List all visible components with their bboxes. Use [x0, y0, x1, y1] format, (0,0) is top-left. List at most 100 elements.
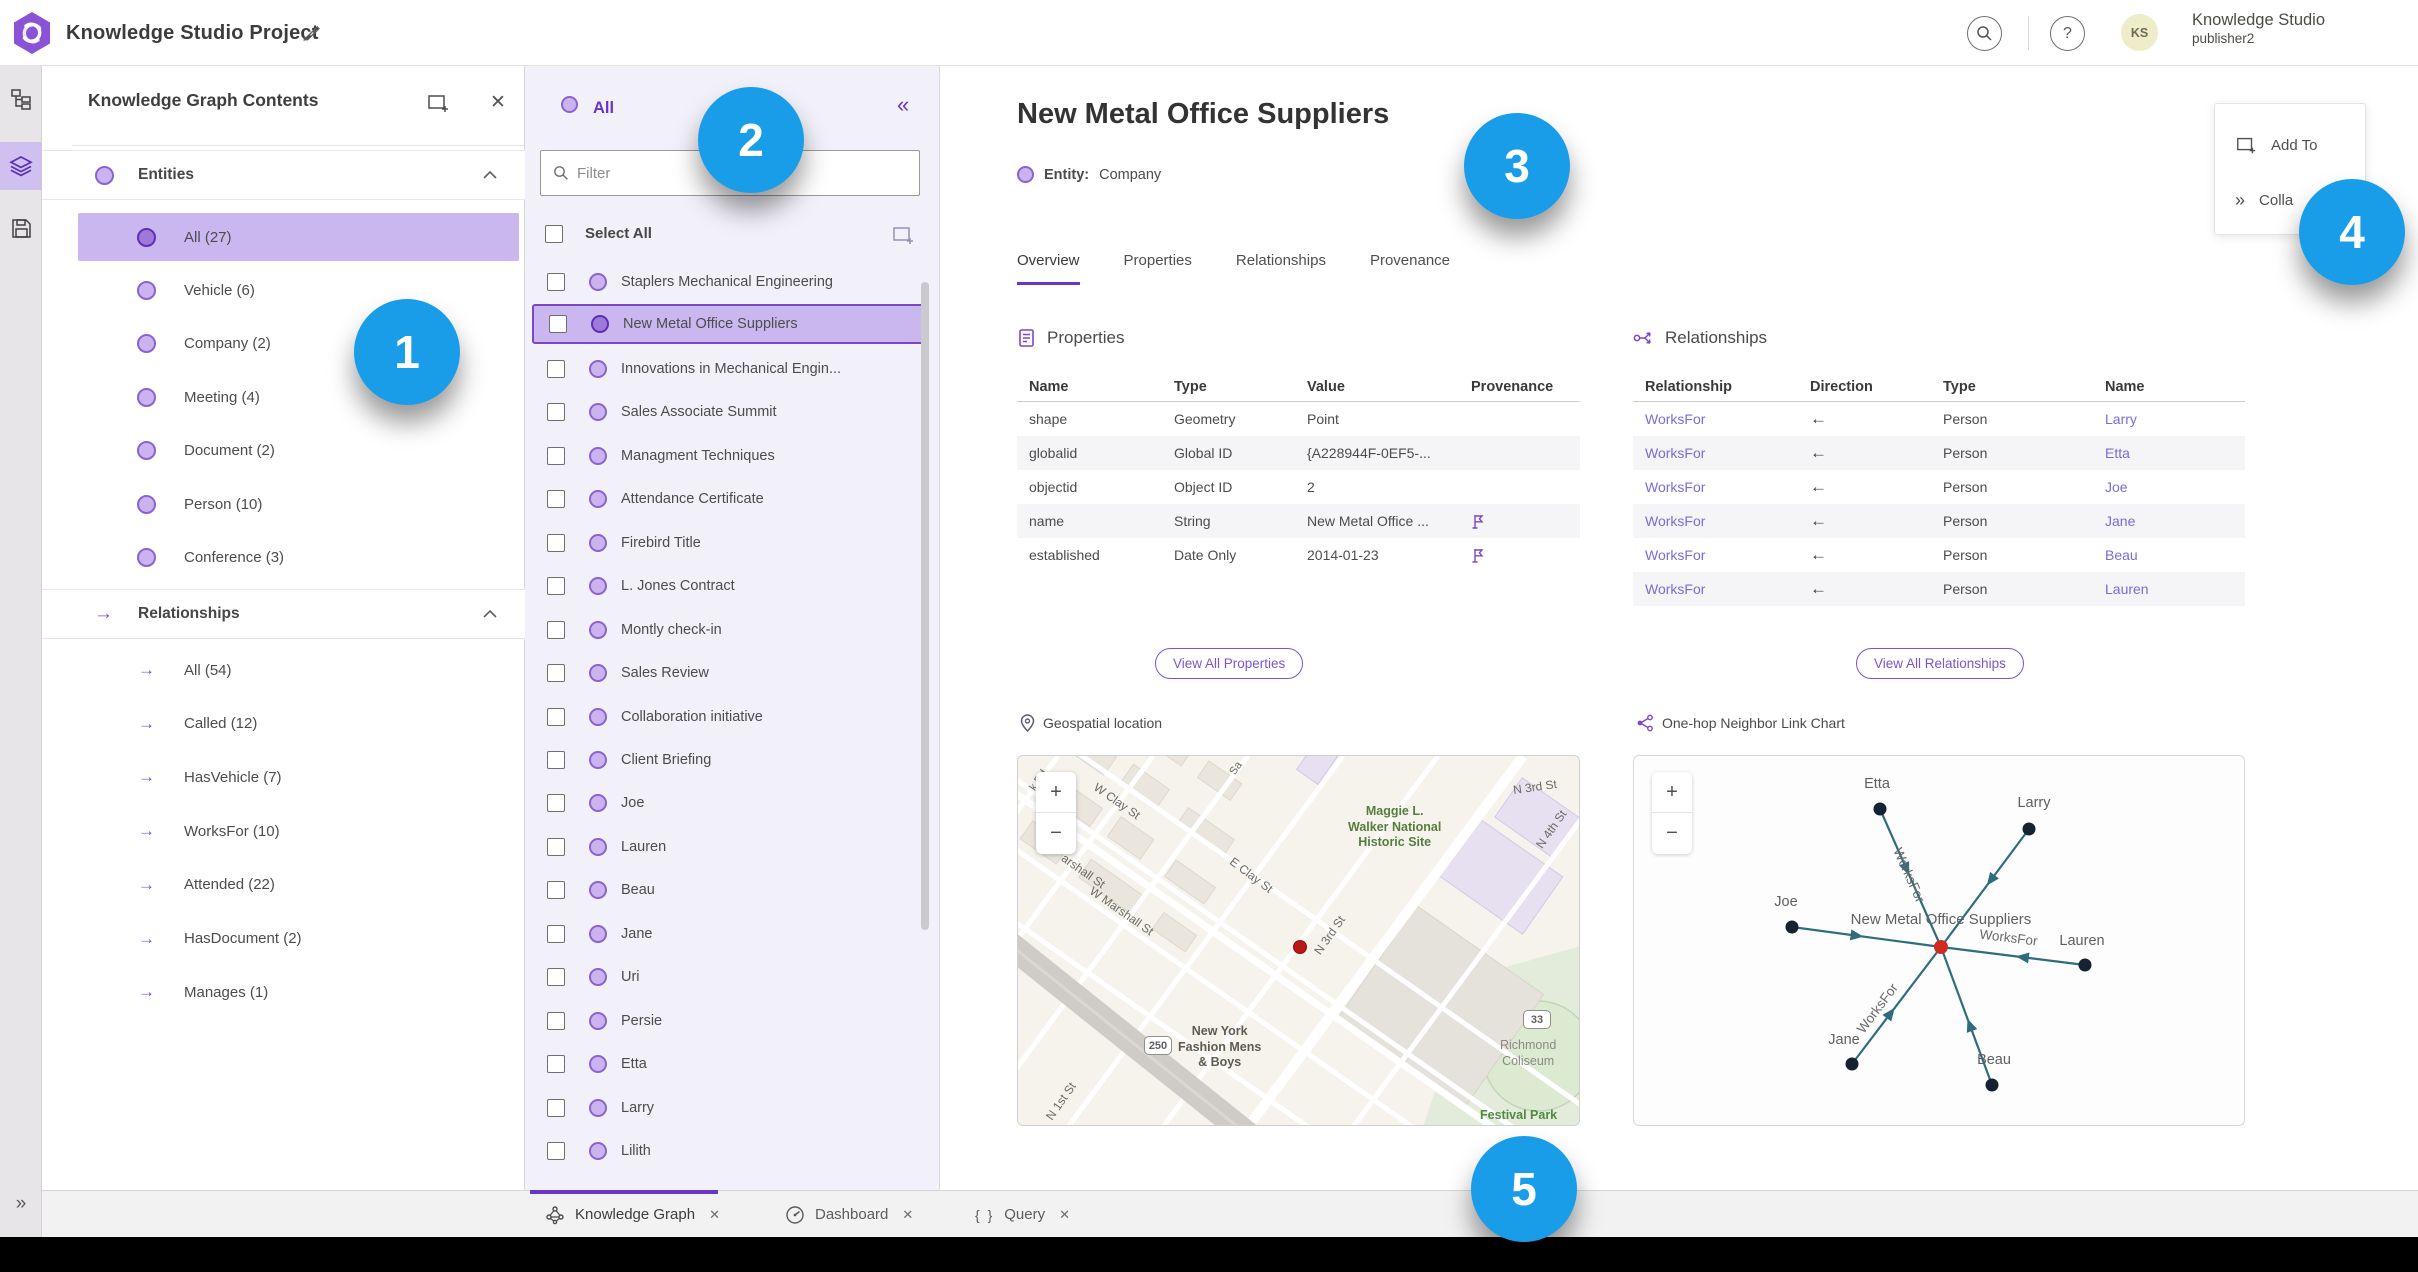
view-all-properties-button[interactable]: View All Properties [1155, 648, 1304, 679]
entity-type-row[interactable]: All (27) [78, 213, 519, 261]
item-checkbox[interactable] [547, 750, 565, 769]
list-item[interactable]: Beau [532, 870, 925, 910]
item-checkbox[interactable] [547, 924, 565, 943]
tab-properties[interactable]: Properties [1124, 252, 1192, 285]
collapse-panel-icon[interactable]: « [897, 92, 909, 118]
relationship-type-row[interactable]: → Called (12) [78, 700, 519, 748]
person-node[interactable] [1873, 802, 1887, 816]
item-checkbox[interactable] [547, 446, 565, 465]
list-item[interactable]: New Metal Office Suppliers [532, 304, 925, 345]
one-hop-link-chart[interactable]: Etta Larry Joe Lauren Jane Beau WorksFor WorksF… [1633, 755, 2245, 1126]
view-all-relationships-button[interactable]: View All Relationships [1856, 648, 2024, 679]
table-row[interactable]: WorksFor ← Person Larry [1633, 402, 2245, 436]
table-row[interactable]: WorksFor ← Person Etta [1633, 436, 2245, 470]
bottom-tab-query[interactable]: { } Query ✕ [975, 1191, 1070, 1238]
scrollbar[interactable] [921, 282, 929, 930]
item-checkbox[interactable] [547, 664, 565, 683]
help-button[interactable]: ? [2050, 16, 2085, 51]
chevron-up-icon[interactable] [482, 170, 498, 180]
bottom-tab-knowledge-graph[interactable]: Knowledge Graph ✕ [545, 1191, 720, 1238]
center-entity-node[interactable] [1934, 940, 1948, 954]
item-checkbox[interactable] [547, 881, 565, 900]
table-row[interactable]: WorksFor ← Person Jane [1633, 504, 2245, 538]
list-item[interactable]: Sales Associate Summit [532, 392, 925, 432]
list-item[interactable]: Etta [532, 1044, 925, 1084]
table-row[interactable]: WorksFor ← Person Lauren [1633, 572, 2245, 606]
geospatial-map[interactable]: + − k RdW Clay StSaN 3rd StN 4th Starsha… [1017, 755, 1580, 1126]
item-checkbox[interactable] [547, 794, 565, 813]
close-panel-icon[interactable]: ✕ [490, 91, 514, 115]
item-checkbox[interactable] [547, 359, 565, 378]
layers-icon[interactable] [0, 143, 42, 189]
node-label[interactable]: Larry [2017, 795, 2051, 811]
item-checkbox[interactable] [547, 1011, 565, 1030]
node-label[interactable]: Joe [1774, 894, 1797, 910]
list-item[interactable]: Staplers Mechanical Engineering [532, 262, 925, 302]
person-node[interactable] [1785, 920, 1799, 934]
edge-line[interactable] [1851, 946, 1942, 1065]
item-checkbox[interactable] [547, 1098, 565, 1117]
add-to-new-view-icon[interactable] [891, 223, 915, 247]
edge-label[interactable]: WorksFor [1890, 846, 1928, 906]
list-item[interactable]: Firebird Title [532, 523, 925, 563]
edge-line[interactable] [1791, 925, 1942, 949]
center-node-label[interactable]: New Metal Office Suppliers [1851, 911, 2032, 928]
zoom-out-button[interactable]: − [1652, 813, 1692, 854]
data-model-icon[interactable] [0, 76, 42, 122]
add-to-new-view-icon[interactable] [426, 91, 450, 115]
table-row[interactable]: established Date Only 2014-01-23 [1017, 538, 1580, 572]
list-item[interactable]: Sales Review [532, 653, 925, 693]
avatar[interactable]: KS [2121, 14, 2158, 51]
node-label[interactable]: Jane [1828, 1032, 1859, 1048]
table-row[interactable]: WorksFor ← Person Joe [1633, 470, 2245, 504]
edge-arrow[interactable] [2015, 951, 2030, 964]
table-row[interactable]: shape Geometry Point [1017, 402, 1580, 436]
relationship-type-row[interactable]: → WorksFor (10) [78, 807, 519, 855]
item-checkbox[interactable] [547, 273, 565, 291]
person-node[interactable] [1985, 1078, 1999, 1092]
entities-section-header[interactable]: Entities [42, 150, 525, 200]
table-row[interactable]: name String New Metal Office ... [1017, 504, 1580, 538]
entity-type-row[interactable]: Vehicle (6) [78, 266, 519, 314]
entity-type-row[interactable]: Conference (3) [78, 533, 519, 581]
list-item[interactable]: Uri [532, 957, 925, 997]
relationship-type-row[interactable]: → HasDocument (2) [78, 915, 519, 963]
list-item[interactable]: Attendance Certificate [532, 479, 925, 519]
save-icon[interactable] [0, 205, 42, 251]
edit-title-icon[interactable] [300, 22, 322, 44]
list-item[interactable]: Client Briefing [532, 740, 925, 780]
provenance-flag-icon[interactable] [1471, 547, 1486, 564]
node-label[interactable]: Beau [1977, 1052, 2011, 1068]
list-item[interactable]: Joe [532, 783, 925, 823]
zoom-in-button[interactable]: + [1036, 772, 1076, 813]
item-checkbox[interactable] [547, 577, 565, 596]
list-item[interactable]: Lauren [532, 827, 925, 867]
list-item[interactable]: Persie [532, 1001, 925, 1041]
item-checkbox[interactable] [547, 403, 565, 422]
person-node[interactable] [2078, 958, 2092, 972]
relationship-type-row[interactable]: → HasVehicle (7) [78, 753, 519, 801]
table-row[interactable]: objectid Object ID 2 [1017, 470, 1580, 504]
item-checkbox[interactable] [547, 533, 565, 552]
collapse-button[interactable]: » Colla [2235, 190, 2293, 211]
item-checkbox[interactable] [547, 968, 565, 987]
entity-type-row[interactable]: Meeting (4) [78, 373, 519, 421]
item-checkbox[interactable] [547, 837, 565, 856]
node-label[interactable]: Etta [1864, 776, 1891, 792]
relationships-section-header[interactable]: → Relationships [42, 589, 525, 639]
item-checkbox[interactable] [549, 315, 567, 334]
list-item[interactable]: Innovations in Mechanical Engin... [532, 349, 925, 389]
list-item[interactable]: Montly check-in [532, 610, 925, 650]
relationship-type-row[interactable]: → Attended (22) [78, 861, 519, 909]
relationship-type-row[interactable]: → All (54) [78, 646, 519, 694]
entity-type-row[interactable]: Person (10) [78, 480, 519, 528]
user-info[interactable]: Knowledge Studio publisher2 [2192, 10, 2325, 48]
node-label[interactable]: Lauren [2059, 933, 2104, 949]
edge-arrow[interactable] [1962, 1017, 1978, 1033]
table-row[interactable]: WorksFor ← Person Beau [1633, 538, 2245, 572]
zoom-in-button[interactable]: + [1652, 772, 1692, 813]
provenance-flag-icon[interactable] [1471, 513, 1486, 530]
zoom-out-button[interactable]: − [1036, 813, 1076, 854]
table-row[interactable]: globalid Global ID {A228944F-0EF5-... [1017, 436, 1580, 470]
tab-provenance[interactable]: Provenance [1370, 252, 1450, 285]
